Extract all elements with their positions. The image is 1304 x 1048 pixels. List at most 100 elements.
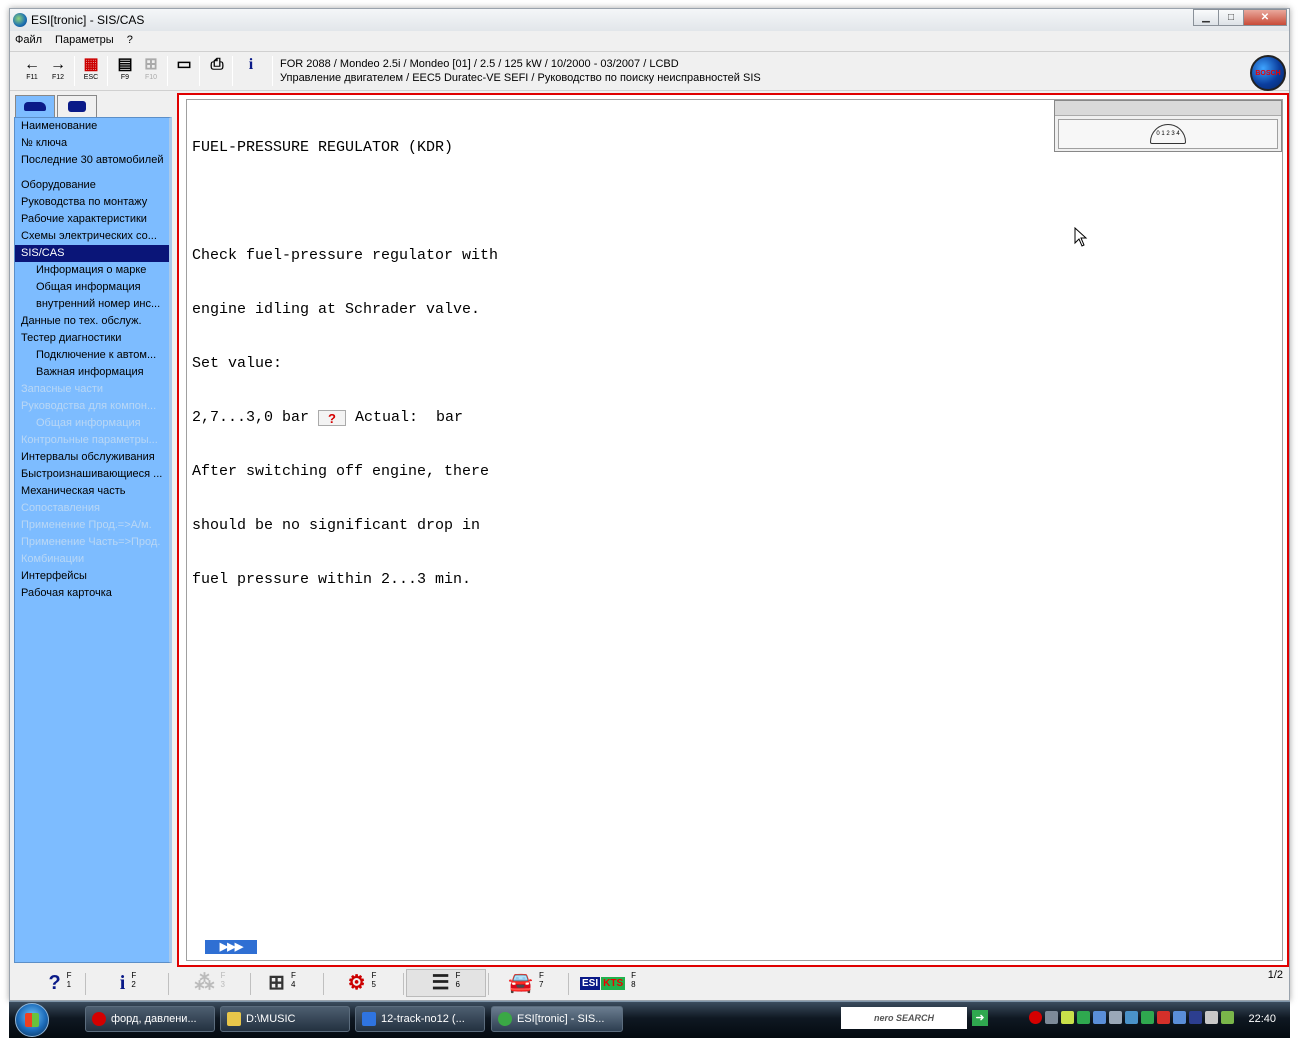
sidebar-item[interactable]: Подключение к автом... (15, 347, 169, 364)
page-counter: 1/2 (1267, 969, 1283, 981)
volume-icon[interactable] (1205, 1011, 1218, 1024)
f10-button[interactable]: ⊞ F10 (139, 56, 163, 86)
toolbar-divider (107, 56, 108, 86)
tray-app-icon[interactable] (1173, 1011, 1186, 1024)
sidebar-item[interactable]: Общая информация (15, 279, 169, 296)
measurement-panel: 0 1 2 3 4 (1054, 100, 1282, 152)
back-button[interactable]: ← F11 (20, 56, 44, 86)
car-icon: 🚘 (508, 972, 533, 994)
f5-button[interactable]: ⚙ F 5 (322, 969, 402, 997)
document-line: Check fuel-pressure regulator with (192, 247, 499, 264)
vehicle-line-1: FOR 2088 / Mondeo 2.5i / Mondeo [01] / 2… (280, 58, 679, 70)
car-icon (24, 102, 46, 111)
actual-value-text: Actual: bar (346, 409, 464, 426)
exit-icon: ▦ (83, 56, 99, 73)
sidebar-item[interactable]: № ключа (15, 135, 169, 152)
f4-button[interactable]: ⊞ F 4 (242, 969, 322, 997)
measurement-panel-header (1055, 101, 1281, 116)
nvidia-icon[interactable] (1221, 1011, 1234, 1024)
f3-button[interactable]: ⁂ F 3 (170, 969, 250, 997)
f2-info-button[interactable]: i F 2 (88, 969, 168, 997)
vehicle-info: FOR 2088 / Mondeo 2.5i / Mondeo [01] / 2… (280, 57, 761, 85)
toolbar: ← F11 → F12 ▦ ESC ▤ F9 ⊞ F10 ▭ ⎙ i FOR 2… (10, 51, 1289, 91)
opera-icon (92, 1012, 106, 1026)
sidebar-item[interactable]: Интервалы обслуживания (15, 449, 169, 466)
help-question-icon[interactable]: ? (318, 410, 347, 426)
folder-icon (227, 1012, 241, 1026)
esc-button[interactable]: ▦ ESC (79, 56, 103, 86)
network-icon[interactable] (1109, 1011, 1122, 1024)
title-bar[interactable]: ESI[tronic] - SIS/CAS ▁ □ ✕ (10, 9, 1289, 31)
minimize-button[interactable]: ▁ (1193, 9, 1219, 26)
info-button[interactable]: i (239, 56, 263, 86)
sidebar-item: Запасные части (21, 383, 104, 395)
sidebar-item: Руководства для компон... (21, 400, 157, 412)
close-button[interactable]: ✕ (1243, 9, 1287, 26)
tray-app-icon[interactable] (1061, 1011, 1074, 1024)
tray-app-icon[interactable] (1045, 1011, 1058, 1024)
toolbar-divider (232, 56, 233, 86)
print-button[interactable]: ⎙ (205, 56, 229, 86)
taskbar-item-player[interactable]: 12-track-no12 (... (355, 1006, 485, 1032)
sidebar-item[interactable]: Оборудование (15, 177, 169, 194)
maximize-button[interactable]: □ (1218, 9, 1244, 26)
sidebar-item[interactable]: Рабочие характеристики (15, 211, 169, 228)
sidebar-item: Комбинации (21, 553, 85, 565)
show-desktop-arrow-icon[interactable]: ➜ (972, 1010, 988, 1026)
document-list-icon: ☰ (431, 972, 450, 994)
menu-help[interactable]: ? (127, 34, 133, 46)
forward-button[interactable]: → F12 (46, 56, 70, 86)
opera-tray-icon[interactable] (1029, 1011, 1042, 1024)
sidebar-item[interactable]: Рабочая карточка (15, 585, 169, 602)
sidebar-tabs (14, 95, 174, 117)
wiring-diagram-icon: ⊞ (268, 972, 285, 994)
info-icon: i (248, 56, 254, 73)
sidebar-item[interactable]: Тестер диагностики (15, 330, 169, 347)
sidebar-item[interactable]: Руководства по монтажу (15, 194, 169, 211)
sidebar-item[interactable]: Быстроизнашивающиеся ... (15, 466, 169, 483)
taskbar: форд, давлени... D:\MUSIC 12-track-no12 … (9, 1001, 1290, 1038)
document-line: engine idling at Schrader valve. (192, 301, 481, 318)
taskbar-item-esitronic[interactable]: ESI[tronic] - SIS... (491, 1006, 623, 1032)
question-icon: ? (48, 972, 61, 994)
next-page-button[interactable]: ▶▶▶ (205, 940, 257, 954)
start-button[interactable] (15, 1003, 49, 1037)
tray-app-icon[interactable] (1141, 1011, 1154, 1024)
sidebar-item[interactable]: Механическая часть (15, 483, 169, 500)
toolbar-divider (199, 56, 200, 86)
sidebar-item[interactable]: Схемы электрических со... (15, 228, 169, 245)
nero-search-box[interactable]: nero SEARCH (841, 1007, 967, 1029)
tab-engine[interactable] (57, 95, 97, 117)
sidebar-item[interactable]: Данные по тех. обслуж. (15, 313, 169, 330)
sidebar-item[interactable]: Последние 30 автомобилей (15, 152, 169, 169)
sidebar-item[interactable]: Информация о марке (15, 262, 169, 279)
taskbar-item-explorer[interactable]: D:\MUSIC (220, 1006, 350, 1032)
document-pane: FUEL-PRESSURE REGULATOR (KDR) Check fuel… (186, 99, 1283, 961)
f9-button[interactable]: ▤ F9 (113, 56, 137, 86)
tray-app-icon[interactable] (1157, 1011, 1170, 1024)
sidebar-item: Сопоставления (21, 502, 100, 514)
document-button[interactable]: ▭ (172, 56, 196, 86)
sidebar-item[interactable]: Наименование (15, 118, 169, 135)
sidebar-item[interactable]: Интерфейсы (15, 568, 169, 585)
f7-vehicle-button[interactable]: 🚘 F 7 (486, 969, 566, 997)
f6-button[interactable]: ☰ F 6 (406, 969, 486, 997)
sidebar-item: Контрольные параметры... (21, 434, 158, 446)
menu-settings[interactable]: Параметры (55, 34, 114, 46)
shield-icon[interactable] (1093, 1011, 1106, 1024)
bluetooth-icon[interactable] (1189, 1011, 1202, 1024)
sidebar-item: Применение Прод.=>А/м. (21, 519, 152, 531)
tab-vehicle[interactable] (15, 95, 55, 117)
sidebar-nav: Наименование № ключа Последние 30 автомоби… (14, 117, 172, 963)
tray-app-icon[interactable] (1077, 1011, 1090, 1024)
sidebar-item[interactable]: Важная информация (15, 364, 169, 381)
tray-app-icon[interactable] (1125, 1011, 1138, 1024)
clock: 22:40 (1248, 1013, 1276, 1025)
sidebar-item[interactable]: внутренний номер инс... (15, 296, 169, 313)
sidebar-item[interactable]: SIS/CAS (15, 245, 169, 262)
gauge-button[interactable]: 0 1 2 3 4 (1058, 119, 1278, 149)
f8-kts-button[interactable]: ESI KTS F 8 (568, 969, 648, 997)
toolbar-divider (167, 56, 168, 86)
menu-file[interactable]: Файл (15, 34, 42, 46)
taskbar-item-opera[interactable]: форд, давлени... (85, 1006, 215, 1032)
